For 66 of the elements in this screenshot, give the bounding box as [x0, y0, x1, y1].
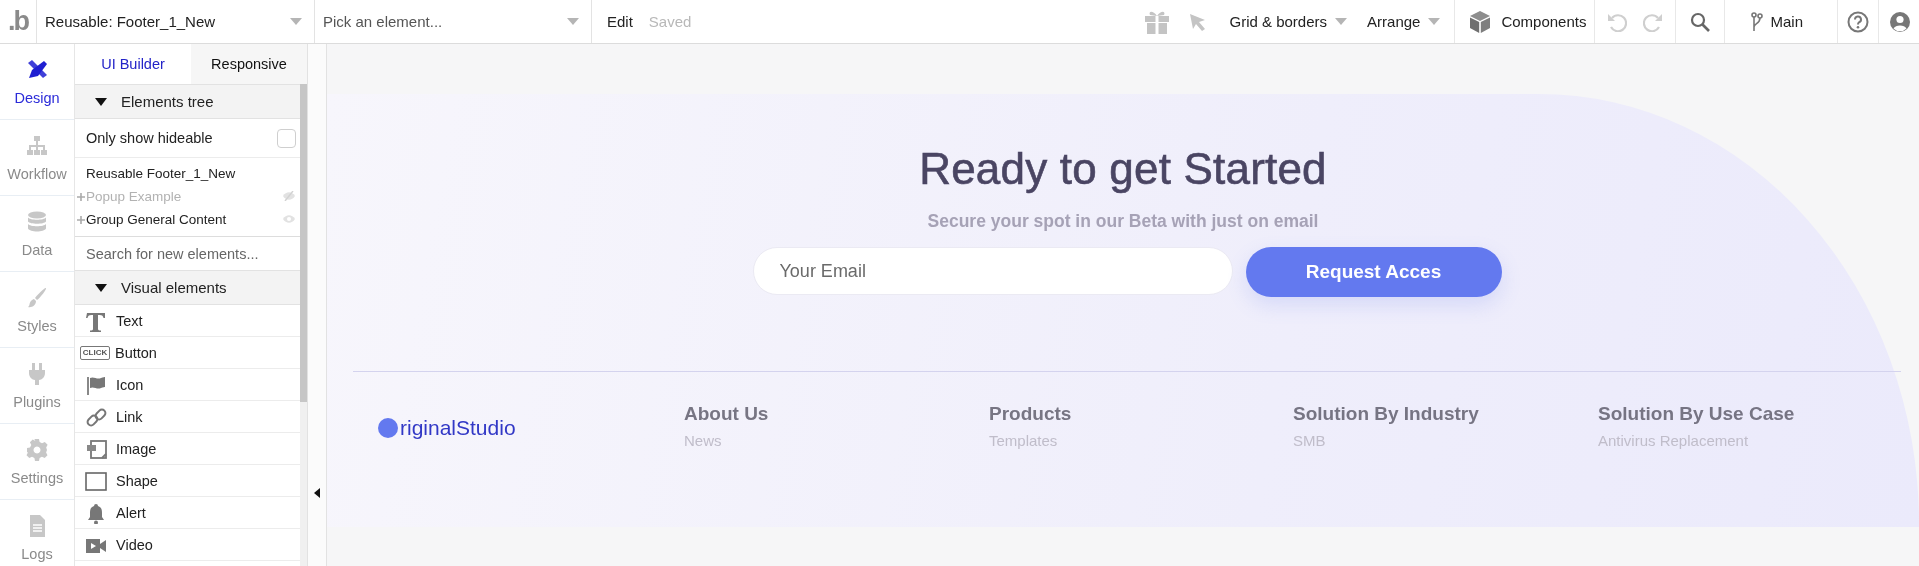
element-picker[interactable]: Pick an element...	[315, 0, 592, 43]
sidebar-tab[interactable]: Styles	[0, 272, 74, 348]
branch-icon	[1751, 11, 1764, 32]
footer-subheading: Secure your spot in our Beta with just on email	[926, 210, 1320, 232]
element-palette-item[interactable]: Icon	[75, 369, 300, 401]
footer-column-heading: Solution By Use Case	[1598, 403, 1796, 425]
scrollbar-thumb[interactable]	[300, 84, 307, 402]
gift-icon[interactable]	[1143, 9, 1170, 34]
edit-menu[interactable]: Edit	[599, 0, 641, 43]
element-palette-item[interactable]: Video	[75, 529, 300, 561]
grid-borders-dropdown[interactable]: Grid & borders	[1221, 0, 1360, 43]
element-palette-item[interactable]: Alert	[75, 497, 300, 529]
section-header[interactable]: Visual elements	[75, 270, 300, 305]
cursor-icon[interactable]	[1187, 11, 1208, 32]
sidebar-tab[interactable]: Logs	[0, 500, 74, 566]
element-palette-item[interactable]: Text	[75, 305, 300, 337]
brush-icon	[25, 285, 49, 310]
tree-item[interactable]: Group General Content	[75, 208, 300, 231]
undo-icon[interactable]	[1607, 11, 1628, 32]
search-icon[interactable]	[1690, 11, 1711, 32]
caret-icon	[1335, 18, 1348, 25]
button-icon: CLICK	[80, 345, 110, 360]
cube-icon	[1469, 9, 1492, 34]
section-title: Elements tree	[121, 93, 214, 110]
save-status: Saved	[647, 12, 693, 32]
element-palette-item[interactable]: Shape	[75, 465, 300, 497]
section-title: Visual elements	[121, 279, 227, 296]
image-icon	[85, 437, 107, 460]
checkbox-label: Only show hideable	[86, 130, 213, 146]
arrange-dropdown[interactable]: Arrange	[1359, 0, 1456, 43]
collapse-icon[interactable]	[314, 488, 320, 498]
bell-icon	[85, 501, 107, 524]
element-palette-item[interactable]: Image	[75, 433, 300, 465]
eye-icon[interactable]	[282, 214, 296, 224]
database-icon	[25, 209, 49, 234]
footer-column-heading: About Us	[684, 403, 770, 425]
panel-tab[interactable]: Responsive	[191, 44, 307, 84]
help-icon[interactable]	[1847, 10, 1869, 33]
logo-circle-icon	[378, 417, 398, 438]
tree-item[interactable]: Reusable Footer_1_New	[75, 162, 300, 185]
scrollbar[interactable]	[300, 84, 307, 566]
request-access-button[interactable]: Request Acces	[1245, 247, 1502, 297]
element-palette-item[interactable]: Link	[75, 401, 300, 433]
components-button[interactable]: Components	[1455, 0, 1596, 43]
gear-icon	[25, 437, 49, 462]
caret-icon	[290, 18, 302, 25]
footer-heading: Ready to get Started	[918, 143, 1328, 195]
user-avatar-icon[interactable]	[1889, 10, 1911, 33]
checkbox[interactable]	[277, 128, 296, 148]
page-dropdown[interactable]: Reusable: Footer_1_New	[37, 0, 315, 43]
sidebar-tab[interactable]: Workflow	[0, 120, 74, 196]
footer-column-heading: Products	[989, 403, 1073, 425]
hierarchy-icon	[25, 133, 49, 158]
sidebar-tab[interactable]: Settings	[0, 424, 74, 500]
sidebar-tab[interactable]: Design	[0, 44, 74, 120]
branch-button[interactable]: Main	[1725, 0, 1838, 43]
email-field[interactable]: Your Email	[752, 247, 1233, 295]
eye-slash-icon[interactable]	[282, 191, 296, 201]
footer-column-heading: Solution By Industry	[1293, 403, 1480, 425]
brand-name[interactable]: riginalStudio	[400, 415, 516, 440]
element-palette-item[interactable]: CLICK Button	[75, 337, 300, 369]
caret-icon	[1428, 18, 1441, 25]
section-header[interactable]: Elements tree	[75, 84, 300, 119]
square-icon	[85, 469, 107, 492]
redo-icon[interactable]	[1643, 11, 1664, 32]
caret-icon	[567, 18, 579, 25]
